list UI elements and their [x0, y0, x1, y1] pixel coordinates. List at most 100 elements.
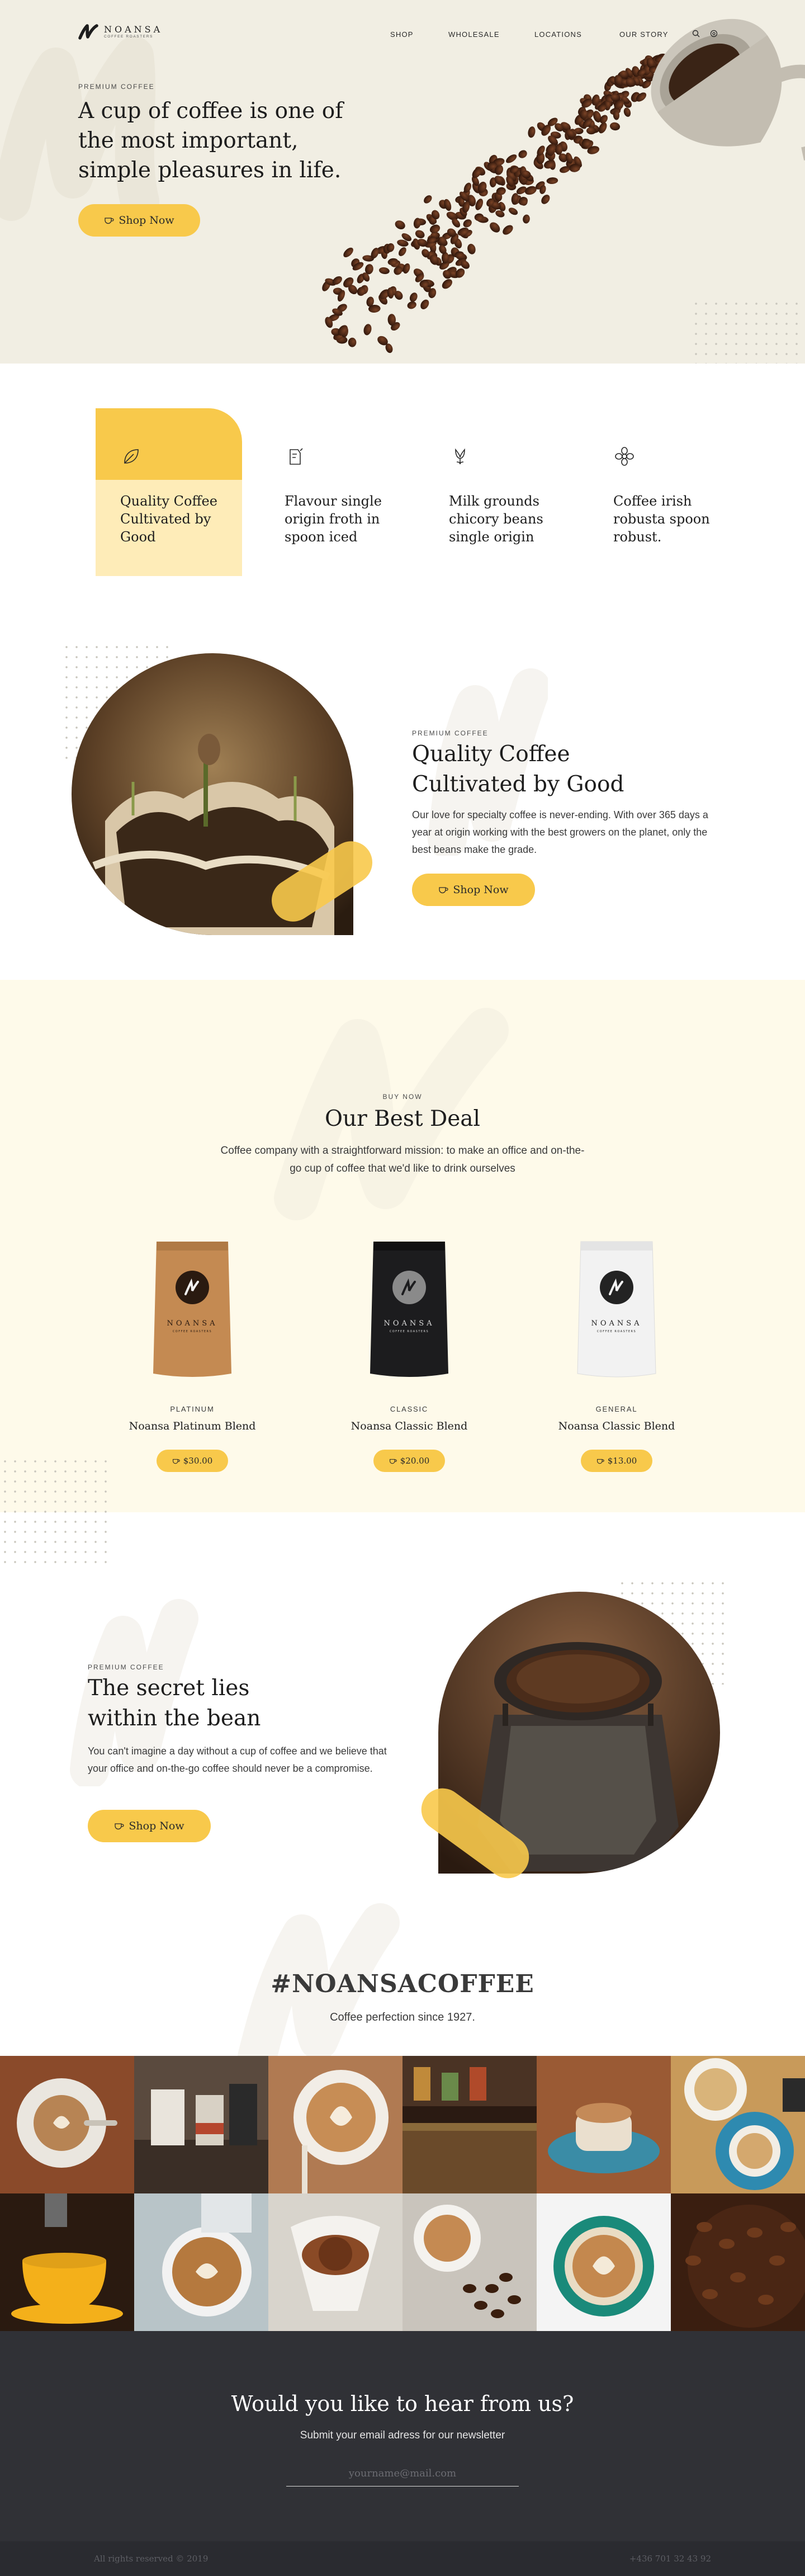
- quality-title: Quality Coffee Cultivated by Good: [412, 742, 624, 797]
- product-tier: GENERAL: [595, 1405, 638, 1413]
- coffee-cup-icon: [439, 887, 449, 894]
- dot-pattern-decoration: [691, 299, 805, 364]
- coffee-cup-icon: [596, 1459, 604, 1464]
- feature-text: Milk grounds chicory beans single origin: [449, 493, 543, 545]
- hashtag-title: #NOANSACOFFEE: [271, 1970, 534, 1998]
- coffee-cup-icon: [389, 1459, 397, 1464]
- svg-text:NOANSA: NOANSA: [591, 1319, 642, 1328]
- coffee-bean: [609, 122, 621, 131]
- flower-icon: [615, 447, 634, 466]
- brand-name: NOANSA: [104, 24, 163, 35]
- footer-phone[interactable]: +436 701 32 43 92: [629, 2554, 711, 2564]
- gallery-photo-yellow-cup[interactable]: [0, 2193, 134, 2331]
- product-price: $20.00: [400, 1456, 430, 1466]
- product-card-classic[interactable]: NOANSA COFFEE ROASTERS CLASSIC Noansa Cl…: [325, 1236, 493, 1476]
- deal-kicker: BUY NOW: [382, 1093, 423, 1101]
- product-tier: CLASSIC: [390, 1405, 429, 1413]
- footer-copyright: All rights reserved © 2019: [94, 2554, 209, 2564]
- coffee-cup-icon: [105, 218, 115, 224]
- coffee-bean: [523, 214, 530, 224]
- quality-description: Our love for specialty coffee is never-e…: [412, 809, 708, 855]
- gallery-photo-beans-bowl[interactable]: [671, 2193, 805, 2331]
- product-price-button[interactable]: $30.00: [157, 1450, 228, 1472]
- quality-kicker: PREMIUM COFFEE: [412, 729, 489, 737]
- product-card-general[interactable]: NOANSA COFFEE ROASTERS GENERAL Noansa Cl…: [533, 1236, 700, 1476]
- nav-item-our-story[interactable]: OUR STORY: [619, 30, 697, 39]
- gallery-photo-coffee-bags[interactable]: [134, 2056, 268, 2193]
- svg-text:NOANSA: NOANSA: [383, 1319, 434, 1328]
- feature-text: Coffee irish robusta spoon robust.: [613, 493, 710, 545]
- product-tier: PLATINUM: [170, 1405, 215, 1413]
- coffee-bean: [420, 299, 429, 310]
- coffee-bean: [442, 279, 452, 289]
- brand-mark-icon: [78, 24, 98, 40]
- coffee-bean: [506, 154, 517, 163]
- coffee-bag-image: NOANSA COFFEE ROASTERS: [370, 1242, 448, 1377]
- product-price: $13.00: [607, 1456, 637, 1466]
- svg-text:COFFEE ROASTERS: COFFEE ROASTERS: [597, 1330, 636, 1333]
- shop-now-button[interactable]: Shop Now: [412, 874, 535, 906]
- gallery-photo-cup-and-beans[interactable]: [402, 2193, 537, 2331]
- shop-now-button[interactable]: Shop Now: [88, 1810, 211, 1842]
- page: NOANSA COFFEE ROASTERS SHOP WHOLESALE LO…: [0, 0, 805, 2576]
- coffee-bean: [343, 247, 353, 258]
- coffee-bean: [541, 195, 550, 204]
- shop-now-button[interactable]: Shop Now: [78, 204, 200, 237]
- footer: All rights reserved © 2019 +436 701 32 4…: [0, 2541, 805, 2576]
- deal-title: Our Best Deal: [324, 1106, 481, 1131]
- gallery-photo-green-cup[interactable]: [537, 2193, 671, 2331]
- gallery-photo-blue-cup[interactable]: [537, 2056, 671, 2193]
- search-icon[interactable]: [692, 29, 700, 38]
- shop-now-label: Shop Now: [119, 214, 174, 227]
- coffee-cup-icon: [115, 1823, 125, 1830]
- coffee-bean: [503, 225, 513, 235]
- secret-description: You can't imagine a day without a cup of…: [88, 1745, 387, 1774]
- coffee-bean: [395, 220, 405, 230]
- product-price-button[interactable]: $20.00: [373, 1450, 445, 1472]
- nav-item-shop[interactable]: SHOP: [390, 30, 448, 39]
- gallery-photo-cafe-bar[interactable]: [402, 2056, 537, 2193]
- newsletter-section: Would you like to hear from us? Submit y…: [0, 2331, 805, 2541]
- cart-icon[interactable]: [709, 29, 718, 38]
- coffee-bean: [528, 126, 536, 138]
- coffee-bean: [424, 195, 432, 204]
- gallery-photo-ground-coffee[interactable]: [268, 2193, 402, 2331]
- product-name: Noansa Classic Blend: [558, 1420, 675, 1432]
- coffee-bean: [623, 107, 631, 117]
- feature-card-milk[interactable]: Milk grounds chicory beans single origin: [424, 408, 571, 576]
- secret-kicker: PREMIUM COFFEE: [88, 1663, 164, 1671]
- brand-logo[interactable]: NOANSA COFFEE ROASTERS: [78, 23, 163, 40]
- coffee-bean: [415, 230, 425, 239]
- newsletter-email-input[interactable]: [286, 2461, 519, 2487]
- top-navigation: NOANSA COFFEE ROASTERS SHOP WHOLESALE LO…: [0, 0, 805, 67]
- dot-pattern-decoration: [0, 1456, 112, 1568]
- best-deal-section: BUY NOW Our Best Deal Coffee company wit…: [0, 980, 805, 1512]
- product-name: Noansa Platinum Blend: [129, 1420, 256, 1432]
- coffee-bean: [546, 177, 558, 185]
- gallery-photo-teal-cups[interactable]: [671, 2056, 805, 2193]
- feature-card-quality[interactable]: Quality Coffee Cultivated by Good: [96, 408, 242, 576]
- flower-bud-icon: [455, 448, 465, 465]
- product-price: $30.00: [183, 1456, 213, 1466]
- deal-subtitle: Coffee company with a straightforward mi…: [220, 1145, 585, 1174]
- coffee-bag-image: NOANSA COFFEE ROASTERS: [153, 1242, 231, 1377]
- shop-now-label: Shop Now: [129, 1820, 184, 1832]
- product-price-button[interactable]: $13.00: [581, 1450, 652, 1472]
- shop-now-label: Shop Now: [453, 884, 509, 896]
- coffee-bean: [348, 337, 357, 347]
- coffee-bean: [363, 324, 372, 336]
- gallery-photo-cappuccino[interactable]: [268, 2056, 402, 2193]
- cup-sketch-icon: [290, 448, 303, 465]
- coffee-bean: [518, 150, 527, 158]
- feature-card-irish[interactable]: Coffee irish robusta spoon robust.: [589, 408, 735, 576]
- gallery-photo-latte-art[interactable]: [0, 2056, 134, 2193]
- gallery-photo-pouring-latte[interactable]: [134, 2193, 268, 2331]
- secret-title: The secret lies within the bean: [88, 1676, 261, 1731]
- svg-text:COFFEE ROASTERS: COFFEE ROASTERS: [390, 1330, 429, 1333]
- feature-card-flavour[interactable]: Flavour single origin froth in spoon ice…: [260, 408, 406, 576]
- nav-item-locations[interactable]: LOCATIONS: [534, 30, 619, 39]
- nav-item-wholesale[interactable]: WHOLESALE: [448, 30, 534, 39]
- nav-actions: [692, 29, 718, 38]
- product-card-platinum[interactable]: NOANSA COFFEE ROASTERS PLATINUM Noansa P…: [108, 1236, 276, 1476]
- coffee-bean: [490, 222, 500, 233]
